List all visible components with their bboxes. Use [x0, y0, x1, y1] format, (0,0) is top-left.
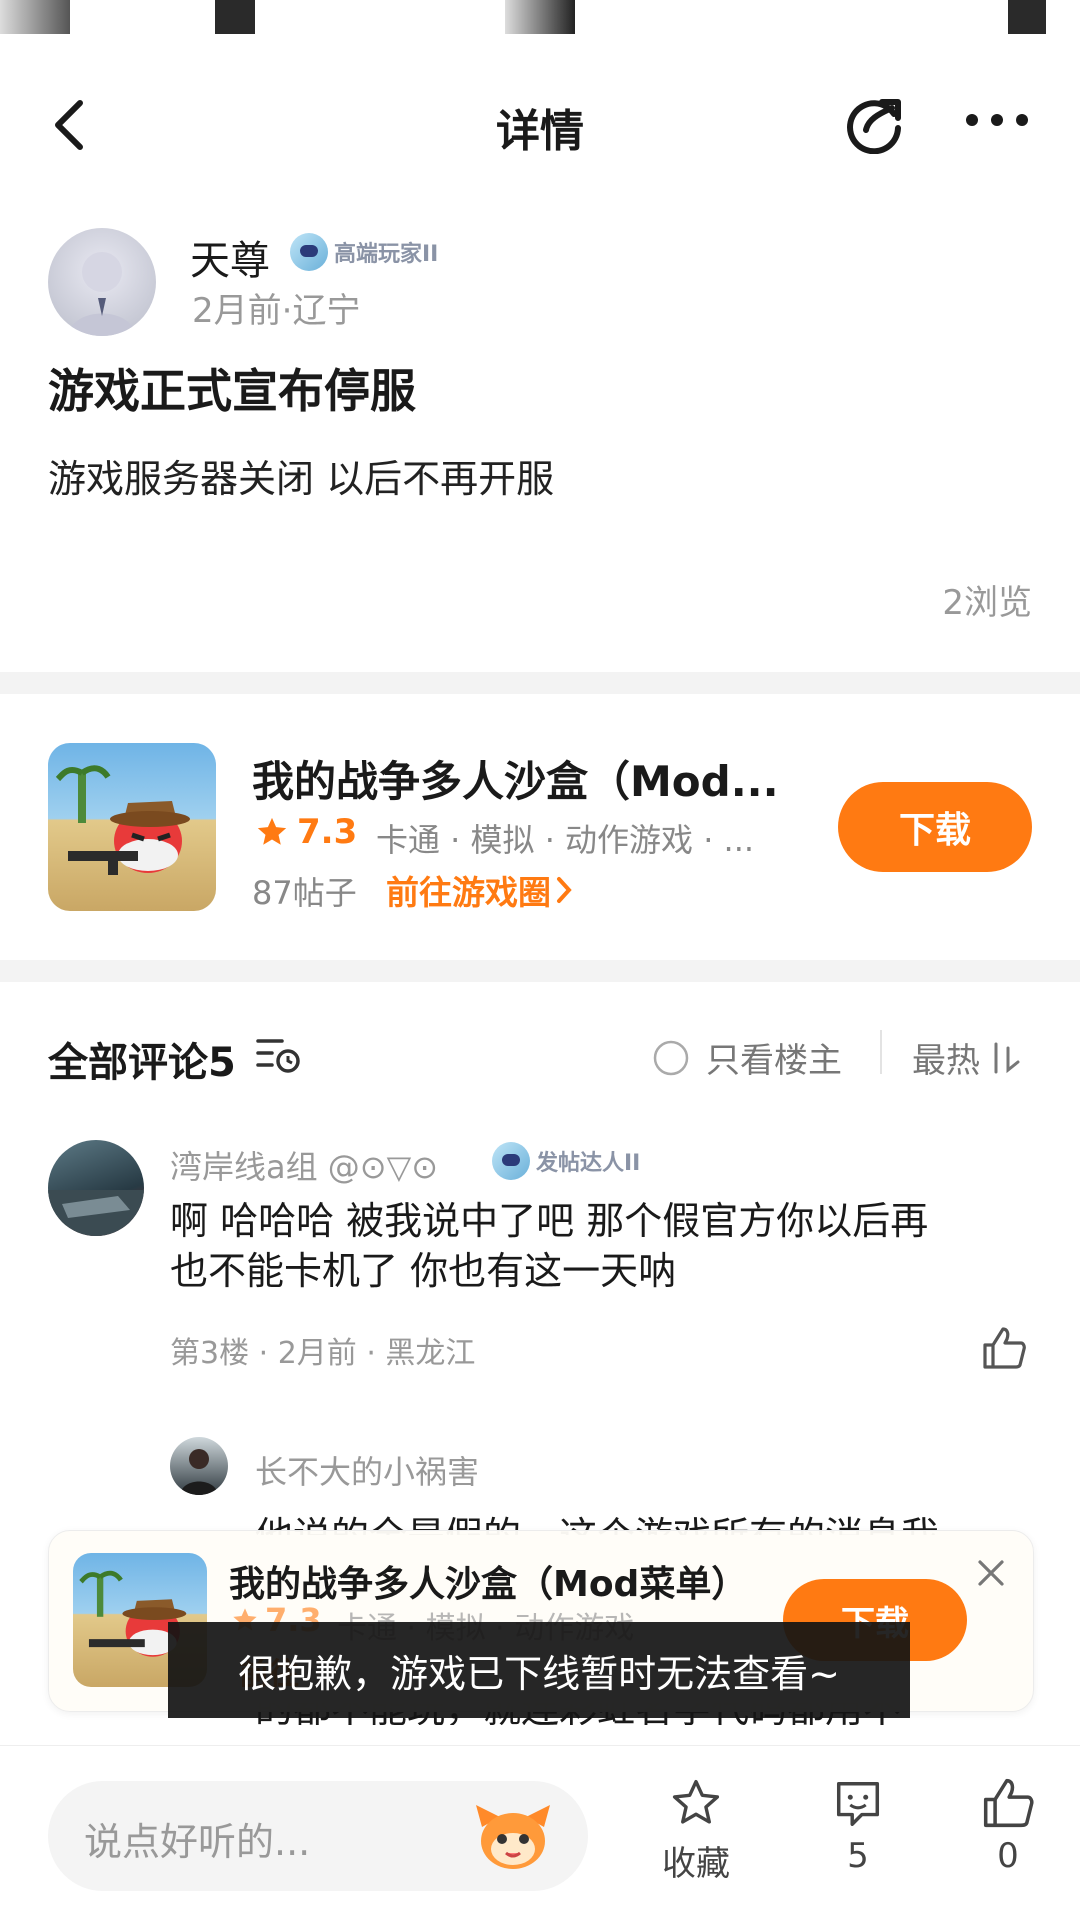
- goto-label: 前往游戏圈: [386, 873, 551, 912]
- status-bar-fragment: [0, 0, 70, 34]
- author-badge: 高端玩家II: [290, 233, 438, 271]
- only-op-toggle[interactable]: 只看楼主: [652, 1033, 842, 1082]
- close-button[interactable]: [971, 1553, 1011, 1593]
- badge-icon: [290, 233, 328, 271]
- comment-count: 5: [847, 1836, 869, 1876]
- game-rating: 7.3: [255, 812, 357, 852]
- post-body: 游戏服务器关闭 以后不再开服: [48, 457, 555, 501]
- download-button[interactable]: 下载: [838, 782, 1032, 872]
- status-bar-fragment: [505, 0, 575, 34]
- status-bar-fragment: [215, 0, 255, 34]
- more-icon: [966, 114, 1028, 126]
- share-icon: [847, 99, 901, 154]
- chevron-right-icon: [557, 877, 572, 903]
- sort-label: 最热: [912, 1041, 980, 1081]
- comment-filter-button[interactable]: [254, 1030, 304, 1080]
- avatar[interactable]: [48, 1140, 144, 1236]
- badge-icon: [492, 1142, 530, 1180]
- comment-count-button[interactable]: 5: [818, 1776, 898, 1876]
- sort-icon: [994, 1042, 1020, 1073]
- comment-meta: 第3楼 · 2月前 · 黑龙江: [170, 1336, 476, 1371]
- comment-text-line: 也不能卡机了 你也有这一天呐: [170, 1249, 677, 1293]
- sort-toggle[interactable]: 最热: [912, 1033, 1024, 1082]
- comment-input[interactable]: 说点好听的...: [48, 1781, 588, 1891]
- star-icon: [257, 817, 287, 845]
- bottom-bar: 说点好听的... 收藏 5 0: [0, 1745, 1080, 1921]
- collect-icon: [672, 1779, 720, 1824]
- comment-like-button[interactable]: [976, 1320, 1032, 1376]
- collect-label: 收藏: [662, 1844, 730, 1884]
- comment-input-placeholder: 说点好听的...: [84, 1820, 311, 1864]
- post-meta: 2月前·辽宁: [192, 291, 361, 331]
- filter-icon: [256, 1039, 300, 1073]
- comment-text-line: 啊 哈哈哈 被我说中了吧 那个假官方你以后再: [170, 1199, 929, 1243]
- post-title: 游戏正式宣布停服: [48, 364, 416, 418]
- reply-author[interactable]: 长不大的小祸害: [255, 1447, 479, 1493]
- avatar[interactable]: [170, 1437, 228, 1495]
- like-button[interactable]: 0: [968, 1776, 1048, 1876]
- badge-label: 高端玩家II: [334, 242, 439, 267]
- comments-title: 全部评论5: [48, 1040, 236, 1086]
- game-posts: 87帖子: [252, 874, 357, 912]
- like-count: 0: [997, 1836, 1019, 1876]
- close-icon: [978, 1560, 1004, 1586]
- author-name[interactable]: 天尊: [190, 228, 270, 286]
- share-button[interactable]: [840, 88, 910, 158]
- more-button[interactable]: [960, 95, 1034, 145]
- game-icon[interactable]: [48, 743, 216, 911]
- game-name[interactable]: 我的战争多人沙盒（Mod...: [252, 748, 779, 809]
- section-divider: [0, 960, 1080, 982]
- avatar[interactable]: [48, 228, 156, 336]
- toast-message: 很抱歉，游戏已下线暂时无法查看~: [168, 1622, 910, 1718]
- page-title: 详情: [496, 106, 584, 157]
- like-icon: [983, 1778, 1034, 1828]
- goto-circle-link[interactable]: 前往游戏圈: [386, 866, 577, 914]
- only-op-label: 只看楼主: [706, 1041, 842, 1081]
- status-bar-fragment: [1008, 0, 1046, 34]
- author-badge: 发帖达人II: [492, 1142, 640, 1180]
- game-tags: 卡通 · 模拟 · 动作游戏 · ...: [376, 821, 755, 859]
- comment-icon: [836, 1781, 880, 1826]
- section-divider: [0, 672, 1080, 694]
- view-count: 2浏览: [942, 583, 1032, 623]
- collect-button[interactable]: 收藏: [656, 1776, 736, 1885]
- radio-icon: [653, 1040, 689, 1075]
- comment-text: 啊 哈哈哈 被我说中了吧 那个假官方你以后再 也不能卡机了 你也有这一天呐: [170, 1196, 928, 1296]
- like-icon: [983, 1327, 1026, 1369]
- comment-author[interactable]: 湾岸线a组 @⊙▽⊙: [170, 1142, 438, 1188]
- mascot-icon[interactable]: [472, 1799, 554, 1873]
- badge-label: 发帖达人II: [536, 1151, 641, 1176]
- game-name: 我的战争多人沙盒（Mod菜单）: [229, 1564, 748, 1605]
- rating-value: 7.3: [297, 812, 358, 852]
- divider: [880, 1030, 882, 1074]
